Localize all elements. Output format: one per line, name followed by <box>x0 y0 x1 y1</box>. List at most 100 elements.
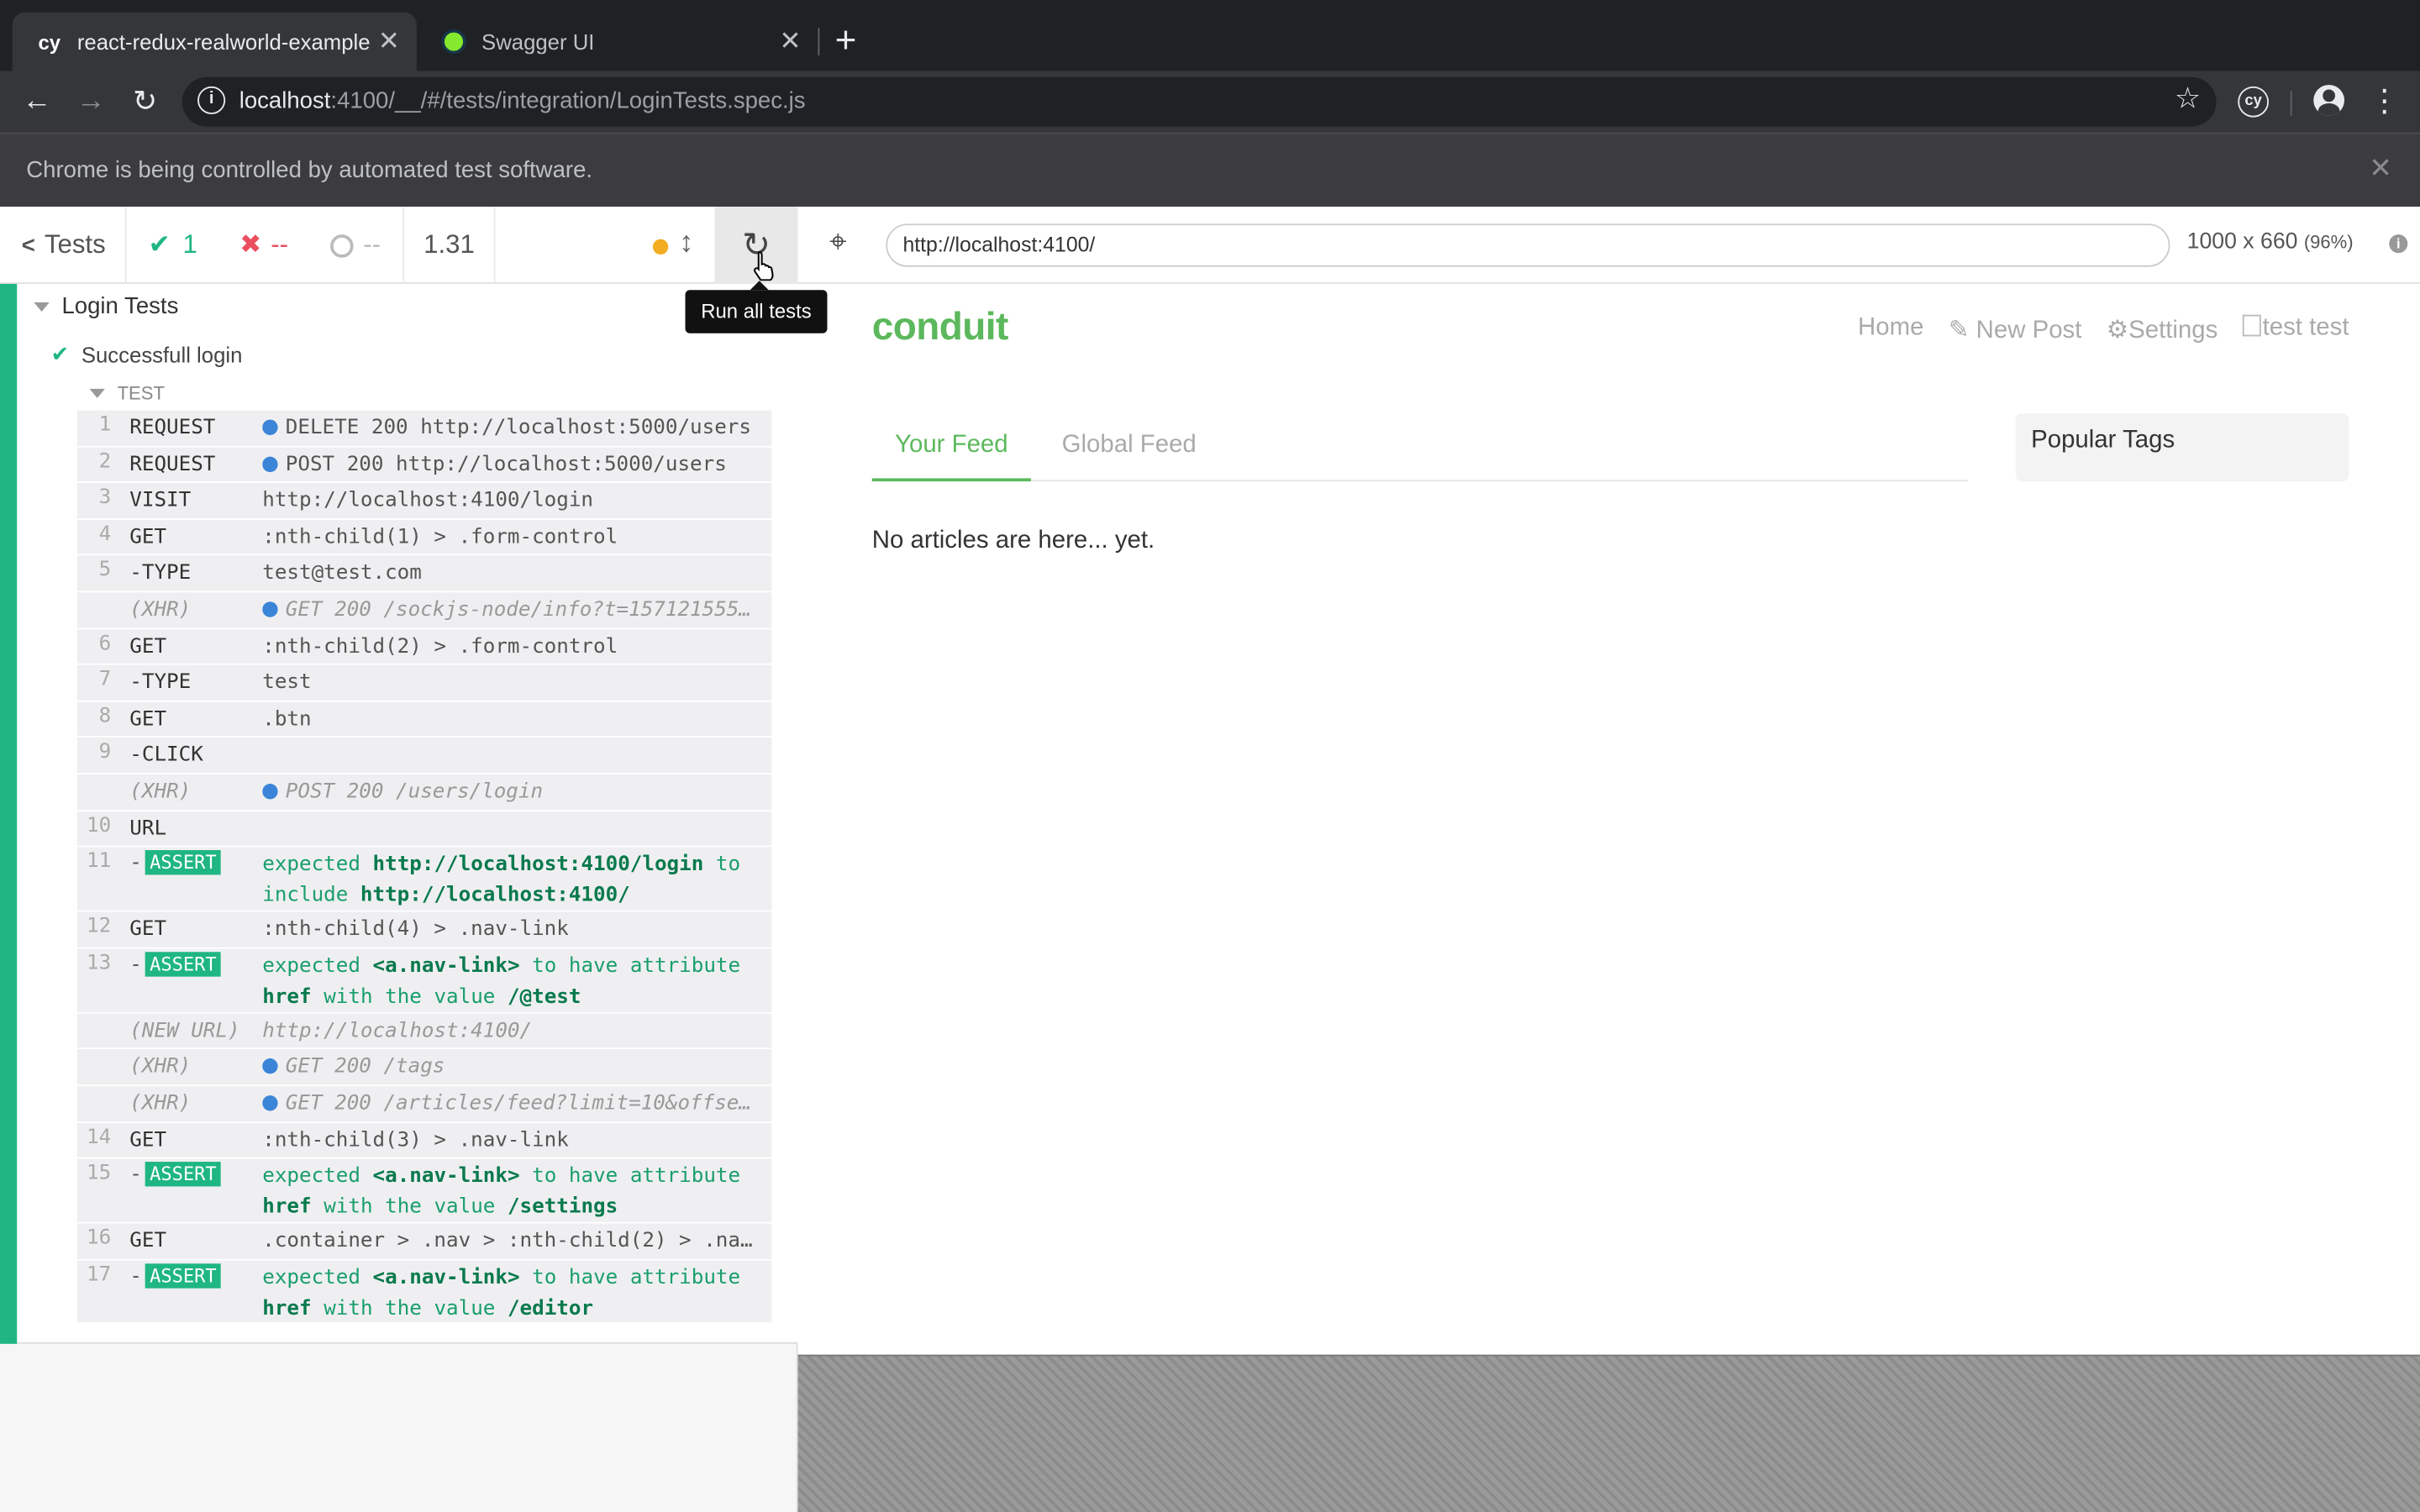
command-number: 13 <box>87 951 112 975</box>
pending-count: -- <box>308 207 405 284</box>
command-row[interactable]: 14 GET:nth-child(3) > .nav-link <box>76 1122 772 1159</box>
address-bar[interactable]: i localhost:4100/__/#/tests/integration/… <box>182 76 2217 127</box>
nav-profile[interactable]: test test <box>2242 314 2349 346</box>
auto-scroll-dot-icon[interactable] <box>652 239 669 255</box>
browser-tab-swagger[interactable]: Swagger UI ✕ <box>417 13 818 71</box>
command-name: -CLICK <box>129 744 203 768</box>
command-text: :nth-child(1) > .form-control <box>262 525 618 549</box>
test-section-label[interactable]: TEST <box>89 383 165 404</box>
command-message: GET 200 /tags <box>262 1053 759 1084</box>
runnables-panel: Login Tests ✔ Successfull login TEST 1 REQ… <box>0 283 798 1344</box>
command-row[interactable]: 17- ASSERT expected <a.nav-link> to have a… <box>76 1260 772 1326</box>
check-icon: ✔ <box>50 340 70 366</box>
command-message: test@test.com <box>262 559 759 591</box>
command-row[interactable]: (XHR) POST 200 /users/login <box>76 774 772 811</box>
brand-logo[interactable]: conduit <box>872 306 1009 350</box>
command-number: 8 <box>98 705 112 728</box>
command-row[interactable]: 12 GET:nth-child(4) > .nav-link <box>76 912 772 949</box>
command-name: GET <box>129 918 167 942</box>
nav-new-post[interactable]: ✎ New Post <box>1949 315 2082 346</box>
x-icon: ✖ <box>239 229 262 260</box>
command-number: 3 <box>98 486 112 510</box>
nav-settings[interactable]: ⚙Settings <box>2107 315 2218 346</box>
command-row[interactable]: (XHR) GET 200 /articles/feed?limit=10&off… <box>76 1086 772 1123</box>
profile-avatar-icon[interactable] <box>2313 85 2345 116</box>
back-arrow-icon[interactable]: ← <box>15 81 58 123</box>
command-message: .container > .nav > :nth-child(2) > .nav… <box>262 1227 759 1258</box>
command-number: 5 <box>98 559 112 583</box>
test-title[interactable]: ✔ Successfull login <box>51 341 243 367</box>
reload-icon[interactable]: ↻ <box>124 81 166 123</box>
pointer-cursor-icon <box>754 251 774 281</box>
tests-back-button[interactable]: < Tests <box>0 207 127 284</box>
command-row[interactable]: 10 URL <box>76 811 772 848</box>
command-text: test <box>262 671 312 695</box>
command-text: GET 200 /sockjs-node/info?t=1571215554..… <box>285 598 760 622</box>
broken-image-icon <box>2242 314 2261 337</box>
command-number: 1 <box>98 413 112 437</box>
command-row[interactable]: 13- ASSERT expected <a.nav-link> to have a… <box>76 948 772 1014</box>
infobar-message: Chrome is being controlled by automated … <box>26 157 593 184</box>
command-name: URL <box>129 816 167 841</box>
browser-tab-cypress[interactable]: cy react-redux-realworld-example-app ✕ <box>12 12 417 71</box>
network-dot-icon <box>262 1095 278 1111</box>
forward-arrow-icon[interactable]: → <box>70 81 113 123</box>
command-row[interactable]: (XHR) GET 200 /tags <box>76 1050 772 1087</box>
run-all-tooltip: Run all tests <box>685 281 828 333</box>
assert-text: expected <box>262 954 360 979</box>
suite-title[interactable]: Login Tests <box>34 293 178 319</box>
command-text: http://localhost:4100/login <box>262 489 593 513</box>
assert-badge: ASSERT <box>145 1263 222 1289</box>
viewport-info-icon[interactable]: i <box>2389 234 2408 254</box>
command-row[interactable]: 5 -TYPE test@test.com <box>76 556 772 593</box>
command-name: GET <box>129 1128 167 1152</box>
assert-text: expected <box>262 853 360 877</box>
nav-home[interactable]: Home <box>1858 315 1923 346</box>
command-row[interactable]: 3 VISIT http://localhost:4100/login <box>76 483 772 520</box>
command-row[interactable]: 2 REQUEST POST 200 http://localhost:5000/u… <box>76 447 772 484</box>
selector-playground-crosshair-icon[interactable]: ⌖ <box>823 227 854 258</box>
address-url[interactable]: localhost:4100/__/#/tests/integration/Lo… <box>239 88 806 114</box>
command-row[interactable]: 11- ASSERT expected http://localhost:4100/… <box>76 848 772 912</box>
command-message: :nth-child(1) > .form-control <box>262 522 759 554</box>
network-dot-icon <box>262 455 278 472</box>
command-row[interactable]: 9 -CLICK <box>76 738 772 775</box>
bookmark-star-icon[interactable]: ☆ <box>2175 81 2201 117</box>
command-number: 6 <box>98 632 112 655</box>
close-infobar-icon[interactable]: ✕ <box>2369 153 2392 186</box>
command-row[interactable]: (NEW URL) http://localhost:4100/ <box>76 1013 772 1050</box>
command-number: 10 <box>87 814 112 837</box>
toolbar-divider <box>2290 91 2292 116</box>
command-row[interactable]: 6 GET:nth-child(2) > .form-control <box>76 629 772 665</box>
command-message: POST 200 http://localhost:5000/users <box>262 450 759 481</box>
command-row[interactable]: 15- ASSERT expected <a.nav-link> to have a… <box>76 1159 772 1224</box>
command-row[interactable]: 1 REQUEST DELETE 200 http://localhost:5000… <box>76 411 772 447</box>
browser-tab-strip: cy react-redux-realworld-example-app ✕ S… <box>0 0 2420 71</box>
cypress-extension-icon[interactable]: cy <box>2238 86 2270 118</box>
command-text: :nth-child(2) > .form-control <box>262 634 618 659</box>
command-row[interactable]: (XHR) GET 200 /sockjs-node/info?t=1571215… <box>76 592 772 629</box>
new-tab-icon[interactable]: + <box>835 20 857 63</box>
tab-your-feed[interactable]: Your Feed <box>871 432 1031 482</box>
reporter-header: < Tests ✔ 1 ✖ -- -- 1.31 ↕ ↻ <box>0 207 798 284</box>
close-tab-icon[interactable]: ✕ <box>371 26 408 57</box>
command-row[interactable]: 16 GET .container > .nav > :nth-child(2) >… <box>76 1224 772 1261</box>
auto-scroll-arrows-icon[interactable]: ↕ <box>679 227 693 260</box>
tab-global-feed[interactable]: Global Feed <box>1062 432 1197 459</box>
command-row[interactable]: 7 -TYPE test <box>76 665 772 702</box>
command-row[interactable]: 4 GET:nth-child(1) > .form-control <box>76 520 772 556</box>
cypress-favicon-icon: cy <box>38 29 61 54</box>
site-info-icon[interactable]: i <box>197 86 226 114</box>
app-nav: Home ✎ New Post ⚙Settings test test <box>1858 314 2349 346</box>
collapse-triangle-icon <box>89 388 105 398</box>
assert-badge: ASSERT <box>145 1162 222 1187</box>
menu-kebab-icon[interactable]: ⋮ <box>2369 81 2400 123</box>
tab-title: react-redux-realworld-example-app <box>76 29 371 55</box>
network-dot-icon <box>262 784 278 800</box>
close-tab-icon[interactable]: ✕ <box>771 26 808 57</box>
command-row[interactable]: 8 GET .btn <box>76 701 772 738</box>
aut-background-area <box>797 1354 2420 1512</box>
popular-tags-sidebar: Popular Tags <box>2015 413 2349 482</box>
command-number: 9 <box>98 741 112 764</box>
command-number: 12 <box>87 915 112 939</box>
